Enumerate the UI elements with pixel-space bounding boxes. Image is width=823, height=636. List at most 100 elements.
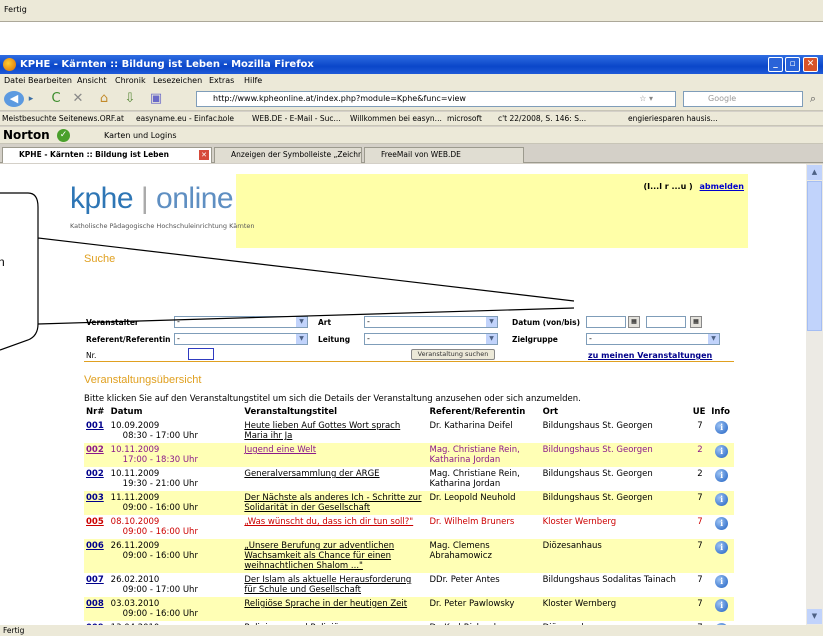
info-icon[interactable]: i xyxy=(715,575,729,588)
bookmark-item[interactable]: WEB.DE - E-Mail - Suc... xyxy=(252,114,341,123)
search-title: Suche xyxy=(84,253,116,265)
norton-check-icon[interactable]: ✓ xyxy=(57,129,70,142)
event-nr-link[interactable]: 003 xyxy=(86,493,104,503)
minimize-button[interactable]: _ xyxy=(768,57,783,72)
cell-date: 26.11.2009 09:00 - 16:00 Uhr xyxy=(108,539,243,573)
event-nr-link[interactable]: 007 xyxy=(86,575,104,585)
bookmark-item[interactable]: Willkommen bei easyn... xyxy=(350,114,442,123)
label-veranstalter: Veranstalter xyxy=(86,318,139,327)
search-input[interactable]: Google xyxy=(683,91,803,107)
norton-logo[interactable]: Norton xyxy=(3,128,50,142)
event-nr-link[interactable]: 002 xyxy=(86,469,104,479)
cell-ue: 7 xyxy=(690,539,710,573)
search-icon[interactable]: ⌕ xyxy=(806,91,820,107)
calendar-icon[interactable]: ▦ xyxy=(628,316,640,328)
download-icon[interactable]: ⇩ xyxy=(122,91,138,107)
bookmark-item[interactable]: microsoft xyxy=(447,114,482,123)
menu-chronik[interactable]: Chronik xyxy=(115,76,146,85)
event-title-link[interactable]: Religiöse Sprache in der heutigen Zeit xyxy=(244,599,407,609)
event-nr-link[interactable]: 002 xyxy=(86,445,104,455)
cell-title: Heute lieben Auf Gottes Wort sprach Mari… xyxy=(242,419,427,443)
event-time: 09:00 - 16:00 Uhr xyxy=(122,527,198,537)
star-icon[interactable]: ☆ ▾ xyxy=(639,92,653,106)
event-title-link[interactable]: „Was wünscht du, dass ich dir tun soll?" xyxy=(244,517,413,527)
bookmark-item[interactable]: c't 22/2008, S. 146: S... xyxy=(498,114,586,123)
info-icon[interactable]: i xyxy=(715,469,729,482)
event-nr-link[interactable]: 001 xyxy=(86,421,104,431)
event-title-link[interactable]: Jugend eine Welt xyxy=(244,445,316,455)
bookmark-item[interactable]: hole xyxy=(218,114,234,123)
art-select[interactable]: - ▼ xyxy=(364,316,498,328)
event-title-link[interactable]: Der Nächste als anderes Ich - Schritte z… xyxy=(244,493,421,513)
date-to-input[interactable] xyxy=(646,316,686,328)
norton-cards-button[interactable]: Karten und Logins xyxy=(104,131,176,140)
menu-extras[interactable]: Extras xyxy=(209,76,234,85)
event-nr-link[interactable]: 005 xyxy=(86,517,104,527)
cell-referent: Dr. Peter Pawlowsky xyxy=(427,597,541,621)
bookmark-item[interactable]: easyname.eu - Einfac... xyxy=(136,114,224,123)
logout-link[interactable]: abmelden xyxy=(700,182,744,191)
event-title-link[interactable]: Generalversammlung der ARGE xyxy=(244,469,379,479)
home-icon[interactable]: ⌂ xyxy=(96,91,112,107)
url-text: http://www.kpheonline.at/index.php?modul… xyxy=(213,94,466,103)
menu-lesezeichen[interactable]: Lesezeichen xyxy=(153,76,202,85)
event-title-link[interactable]: Der Islam als aktuelle Herausforderung f… xyxy=(244,575,411,595)
event-title-link[interactable]: „Unsere Berufung zur adventlichen Wachsa… xyxy=(244,541,394,571)
nr-input[interactable] xyxy=(188,348,214,360)
event-title-link[interactable]: Heute lieben Auf Gottes Wort sprach Mari… xyxy=(244,421,400,441)
menu-datei[interactable]: Datei xyxy=(4,76,25,85)
tab-zeichnen[interactable]: Anzeigen der Symbolleiste „Zeichnen" - .… xyxy=(214,147,362,163)
reload-icon[interactable]: C xyxy=(48,91,64,107)
event-time: 08:30 - 17:00 Uhr xyxy=(122,431,198,441)
info-icon[interactable]: i xyxy=(715,421,729,434)
bookmark-item[interactable]: Meistbesuchte Seiten xyxy=(2,114,83,123)
info-icon[interactable]: i xyxy=(715,493,729,506)
cell-title: Religiöse Sprache in der heutigen Zeit xyxy=(242,597,428,621)
info-icon[interactable]: i xyxy=(715,445,729,458)
menu-bar: Datei Bearbeiten Ansicht Chronik Lesezei… xyxy=(0,74,823,87)
tab-webde[interactable]: FreeMail von WEB.DE xyxy=(364,147,524,163)
scroll-up-icon[interactable]: ▲ xyxy=(807,165,822,180)
menu-hilfe[interactable]: Hilfe xyxy=(244,76,262,85)
bookmark-icon[interactable]: ▣ xyxy=(148,91,164,107)
scroll-down-icon[interactable]: ▼ xyxy=(807,609,822,624)
close-button[interactable]: ✕ xyxy=(803,57,818,72)
cell-info: i xyxy=(709,515,734,539)
tab-kphe[interactable]: KPHE - Kärnten :: Bildung ist Leben ✕ xyxy=(2,147,212,163)
info-icon[interactable]: i xyxy=(715,599,729,612)
cell-nr: 002 xyxy=(84,467,109,491)
label-art: Art xyxy=(318,318,332,327)
cell-ue: 7 xyxy=(697,575,703,585)
info-icon[interactable]: i xyxy=(715,541,729,554)
bookmark-item[interactable]: news.ORF.at xyxy=(78,114,124,123)
history-dropdown-icon[interactable]: ▸ xyxy=(26,91,36,107)
event-nr-link[interactable]: 008 xyxy=(86,599,104,609)
referent-select[interactable]: - ▼ xyxy=(174,333,308,345)
cell-title: Jugend eine Welt xyxy=(242,443,428,467)
event-date: 26.02.2010 xyxy=(110,575,160,585)
veranstalter-select[interactable]: - ▼ xyxy=(174,316,308,328)
leitung-select[interactable]: - ▼ xyxy=(364,333,498,345)
title-bar: KPHE - Kärnten :: Bildung ist Leben - Mo… xyxy=(0,55,823,74)
date-from-input[interactable] xyxy=(586,316,626,328)
info-icon[interactable]: i xyxy=(715,517,729,530)
address-bar[interactable]: http://www.kpheonline.at/index.php?modul… xyxy=(196,91,676,107)
my-events-link[interactable]: zu meinen Veranstaltungen xyxy=(588,351,712,360)
zielgruppe-select[interactable]: - ▼ xyxy=(586,333,720,345)
table-row: 005 08.10.2009 09:00 - 16:00 Uhr „Was wünsc… xyxy=(84,515,734,539)
table-row: 002 10.11.2009 19:30 - 21:00 Uhr Generalver… xyxy=(84,467,734,491)
event-nr-link[interactable]: 006 xyxy=(86,541,104,551)
maximize-button[interactable]: ▫ xyxy=(785,57,800,72)
menu-bearbeiten[interactable]: Bearbeiten xyxy=(28,76,72,85)
stop-icon[interactable]: ✕ xyxy=(70,91,86,107)
search-events-button[interactable]: Veranstaltung suchen xyxy=(411,349,495,360)
site-logo[interactable]: kphe | online xyxy=(70,182,234,216)
back-icon[interactable]: ◀ xyxy=(4,91,24,107)
calendar-icon[interactable]: ▦ xyxy=(690,316,702,328)
close-tab-icon[interactable]: ✕ xyxy=(199,150,209,160)
vertical-scrollbar[interactable]: ▲ ▼ xyxy=(806,164,823,625)
menu-ansicht[interactable]: Ansicht xyxy=(77,76,107,85)
scroll-thumb[interactable] xyxy=(807,181,822,331)
bookmark-item[interactable]: engieriesparen hausis... xyxy=(628,114,718,123)
column-header: UE xyxy=(692,407,706,417)
